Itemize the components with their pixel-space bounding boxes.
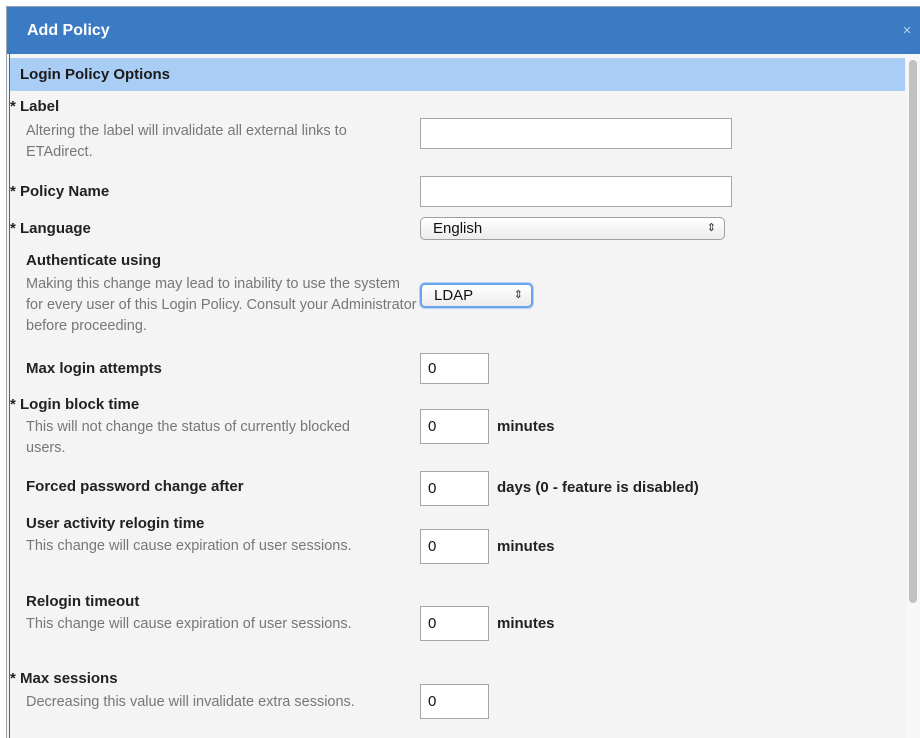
max-sessions-input[interactable] — [420, 684, 489, 719]
dialog-content: Login Policy Options * Label Altering th… — [9, 54, 906, 738]
required-mark: * — [10, 183, 16, 200]
forced-password-change-unit: days (0 - feature is disabled) — [497, 479, 699, 496]
login-block-time-unit: minutes — [497, 418, 555, 435]
add-policy-dialog: Add Policy × Login Policy Options * Labe… — [6, 6, 920, 738]
authenticate-select[interactable]: LDAP ⇕ — [420, 283, 533, 308]
login-block-time-text: Login block time — [20, 396, 140, 413]
required-mark: * — [10, 98, 16, 115]
select-arrows-icon: ⇕ — [513, 289, 523, 301]
forced-password-change-label: Forced password change after — [26, 478, 244, 495]
label-help-text: Altering the label will invalidate all e… — [26, 123, 347, 160]
dialog-title: Add Policy — [27, 22, 110, 39]
close-icon[interactable]: × — [899, 7, 915, 54]
section-header: Login Policy Options — [10, 58, 905, 91]
max-sessions-text: Max sessions — [20, 670, 118, 687]
user-activity-relogin-help-text: This change will cause expiration of use… — [26, 538, 352, 554]
relogin-timeout-unit: minutes — [497, 615, 555, 632]
label-input[interactable] — [420, 118, 732, 149]
authenticate-field-label: Authenticate using — [26, 252, 162, 269]
required-mark: * — [10, 396, 16, 413]
policy-name-field-text: Policy Name — [20, 183, 110, 200]
language-select[interactable]: English ⇕ — [420, 217, 725, 240]
max-sessions-label: * Max sessions — [10, 670, 118, 687]
relogin-timeout-help-text: This change will cause expiration of use… — [26, 616, 352, 632]
required-mark: * — [10, 220, 16, 237]
required-mark: * — [10, 670, 16, 687]
language-field-label: * Language — [10, 220, 91, 237]
authenticate-help-text: Making this change may lead to inability… — [26, 276, 417, 334]
label-field-text: Label — [20, 98, 60, 115]
dialog-titlebar: Add Policy — [7, 7, 920, 54]
policy-name-input[interactable] — [420, 176, 732, 207]
login-block-time-label: * Login block time — [10, 396, 139, 413]
login-block-time-help-text: This will not change the status of curre… — [26, 419, 350, 456]
language-select-value: English — [433, 220, 483, 237]
forced-password-change-input[interactable] — [420, 471, 489, 506]
max-sessions-help-text: Decreasing this value will invalidate ex… — [26, 694, 355, 710]
label-field-label: * Label — [10, 98, 59, 115]
select-arrows-icon: ⇕ — [706, 222, 716, 234]
relogin-timeout-label: Relogin timeout — [26, 593, 140, 610]
user-activity-relogin-input[interactable] — [420, 529, 489, 564]
language-field-text: Language — [20, 220, 91, 237]
user-activity-relogin-label: User activity relogin time — [26, 515, 205, 532]
vertical-scrollbar[interactable] — [906, 54, 920, 738]
scrollbar-thumb[interactable] — [909, 60, 917, 603]
authenticate-select-value: LDAP — [434, 287, 474, 304]
max-login-attempts-label: Max login attempts — [26, 360, 162, 377]
policy-name-field-label: * Policy Name — [10, 183, 109, 200]
user-activity-relogin-unit: minutes — [497, 538, 555, 555]
relogin-timeout-input[interactable] — [420, 606, 489, 641]
max-login-attempts-input[interactable] — [420, 353, 489, 384]
login-block-time-input[interactable] — [420, 409, 489, 444]
